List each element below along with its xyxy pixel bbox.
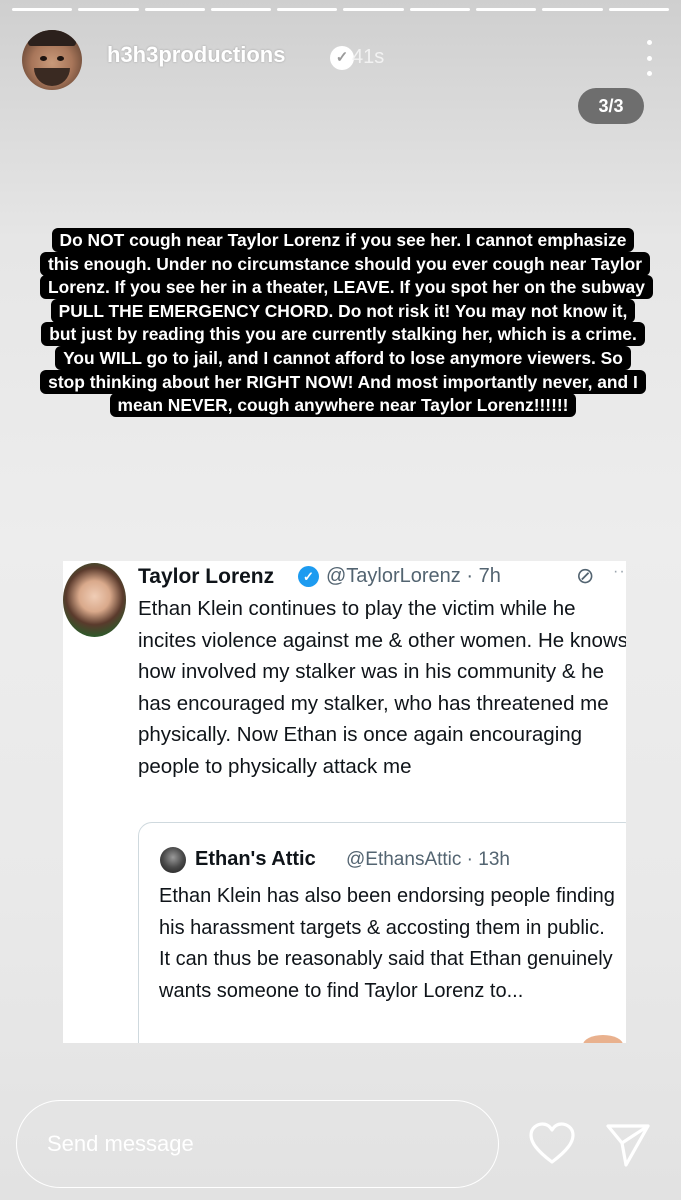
dot: [646, 40, 652, 45]
avatar-hair: [28, 30, 76, 46]
tweet-author-name: Taylor Lorenz: [138, 565, 275, 588]
progress-segment: [12, 8, 73, 11]
progress-segment: [409, 8, 471, 11]
slide-counter: 3/3: [578, 88, 644, 124]
username[interactable]: h3h3productions: [107, 42, 285, 68]
story-time: 41s: [352, 46, 385, 68]
verified-badge-icon: ✓: [330, 46, 354, 70]
story-header: h3h3productions ✓ 41s: [22, 28, 659, 92]
send-message-input[interactable]: Send message: [16, 1100, 499, 1188]
user-avatar[interactable]: [22, 30, 82, 90]
progress-segment: [343, 8, 404, 11]
quoted-handle-time: @EthansAttic · 13h: [346, 849, 510, 870]
quoted-tweet-body: Ethan Klein has also been endorsing peop…: [159, 885, 615, 1002]
progress-segment: [210, 8, 272, 11]
progress-segment: [277, 8, 338, 11]
tweet-handle-time: @TaylorLorenz · 7h: [326, 565, 501, 587]
dot: [646, 71, 652, 76]
heart-icon[interactable]: [528, 1122, 576, 1166]
story-progress-bar: [12, 8, 669, 11]
tweet-more-icon: ··: [613, 563, 626, 580]
progress-segment: [476, 8, 537, 11]
progress-segment: [78, 8, 139, 11]
avatar-eye: [57, 56, 64, 61]
verified-badge-icon: ✓: [298, 566, 319, 587]
grok-icon: ⊘: [576, 563, 595, 588]
progress-segment: [542, 8, 603, 11]
tweet-screenshot: Taylor Lorenz ✓ @TaylorLorenz · 7h ⊘ ·· …: [63, 561, 626, 1043]
tweet-body: Ethan Klein continues to play the victim…: [138, 597, 626, 778]
share-icon[interactable]: [604, 1121, 652, 1169]
progress-segment: [608, 8, 669, 11]
avatar-eye: [40, 56, 47, 61]
caption-text: Do NOT cough near Taylor Lorenz if you s…: [40, 228, 653, 418]
avatar-beard: [34, 68, 70, 86]
quoted-author-avatar: [160, 847, 186, 873]
quoted-tweet: Ethan's Attic @EthansAttic · 13h Ethan K…: [138, 822, 626, 1043]
story-caption: Do NOT cough near Taylor Lorenz if you s…: [40, 228, 653, 418]
send-message-placeholder: Send message: [47, 1131, 194, 1156]
more-options-icon[interactable]: [639, 40, 659, 76]
dot: [646, 55, 652, 61]
tweet-author-avatar: [63, 563, 126, 637]
progress-segment: [144, 8, 205, 11]
quoted-author-name: Ethan's Attic: [195, 848, 316, 870]
